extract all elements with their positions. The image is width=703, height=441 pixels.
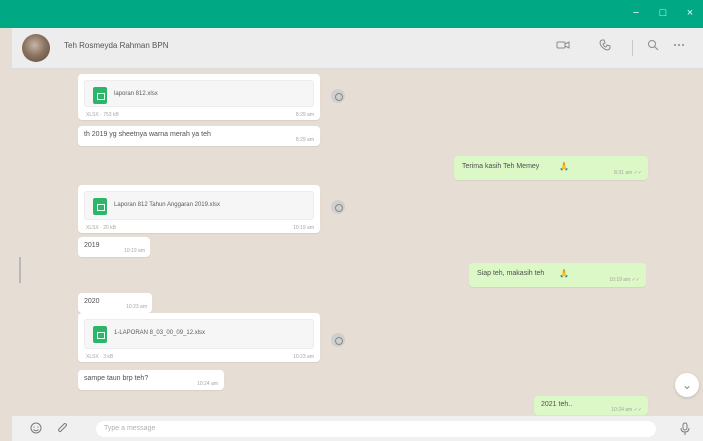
chat-header: Teh Rosmeyda Rahman BPN — [12, 28, 703, 69]
message-text: Terima kasih Teh Memey — [462, 163, 540, 170]
message-file-2[interactable]: Laporan 812 Tahun Anggaran 2019.xlsx XLS… — [78, 185, 320, 233]
message-text: Siap teh, makasih teh — [477, 270, 545, 277]
message-time: 8:31 am ✓✓ — [614, 170, 642, 176]
file-name: 1-LAPORAN 8_03_00_09_12.xlsx — [114, 330, 206, 336]
attach-icon[interactable] — [54, 422, 69, 437]
more-options-icon[interactable] — [670, 39, 688, 57]
file-info: XLSX · 753 kB — [86, 112, 119, 118]
message-placeholder: Type a message — [104, 425, 156, 432]
close-button[interactable]: × — [682, 6, 698, 20]
file-info: XLSX · 3 kB — [86, 354, 114, 360]
message-text-4: sampe taun brp teh? 10:24 am — [78, 370, 224, 390]
search-icon[interactable] — [644, 39, 662, 57]
message-text: 2019 — [84, 242, 100, 249]
video-call-icon[interactable] — [554, 39, 572, 57]
message-file-3[interactable]: 1-LAPORAN 8_03_00_09_12.xlsx XLSX · 3 kB… — [78, 313, 320, 362]
message-time: 10:19 am — [124, 248, 145, 254]
message-file-1[interactable]: laporan 812.xlsx XLSX · 753 kB 8:29 am — [78, 74, 320, 120]
message-time: 10:23 am — [126, 304, 147, 310]
download-icon[interactable] — [331, 200, 345, 214]
praying-hands-icon: 🙏 — [559, 269, 569, 278]
contact-name[interactable]: Teh Rosmeyda Rahman BPN — [64, 41, 169, 50]
emoji-icon[interactable] — [28, 422, 43, 437]
message-text: 2021 teh.. — [541, 401, 573, 408]
excel-file-icon — [93, 326, 107, 343]
message-text: sampe taun brp teh? — [84, 375, 149, 382]
message-text-3: 2020 10:23 am — [78, 293, 152, 313]
message-composer: Type a message — [12, 415, 703, 441]
message-out-2: Siap teh, makasih teh 🙏 10:19 am ✓✓ — [469, 263, 646, 287]
file-name: Laporan 812 Tahun Anggaran 2019.xlsx — [114, 202, 220, 208]
file-card[interactable]: 1-LAPORAN 8_03_00_09_12.xlsx — [84, 319, 314, 349]
message-text: th 2019 yg sheetnya warna merah ya teh — [84, 131, 211, 138]
download-icon[interactable] — [331, 89, 345, 103]
file-info: XLSX · 20 kB — [86, 225, 117, 231]
file-name: laporan 812.xlsx — [114, 91, 158, 97]
avatar[interactable] — [22, 34, 50, 62]
mic-icon[interactable] — [677, 422, 692, 437]
message-time: 10:19 am — [293, 225, 314, 231]
message-time: 10:24 am ✓✓ — [611, 407, 642, 413]
message-text-1: th 2019 yg sheetnya warna merah ya teh 8… — [78, 126, 320, 146]
message-time: 10:23 am — [293, 354, 314, 360]
message-out-1: Terima kasih Teh Memey 🙏 8:31 am ✓✓ — [454, 156, 648, 180]
excel-file-icon — [93, 87, 107, 104]
message-out-3: 2021 teh.. 10:24 am ✓✓ — [534, 396, 648, 415]
scroll-down-button[interactable]: ⌄ — [675, 373, 699, 397]
message-time: 8:29 am — [295, 137, 314, 143]
voice-call-icon[interactable] — [596, 39, 614, 57]
praying-hands-icon: 🙏 — [559, 162, 569, 171]
file-card[interactable]: Laporan 812 Tahun Anggaran 2019.xlsx — [84, 191, 314, 220]
title-bar: − □ × — [0, 0, 703, 28]
excel-file-icon — [93, 198, 107, 215]
chevron-down-icon: ⌄ — [681, 378, 693, 392]
maximize-button[interactable]: □ — [655, 6, 671, 20]
message-text-2: 2019 10:19 am — [78, 237, 150, 257]
chat-area[interactable]: laporan 812.xlsx XLSX · 753 kB 8:29 am t… — [12, 70, 703, 415]
scroll-handle[interactable] — [19, 257, 21, 283]
message-time: 8:29 am — [295, 112, 314, 118]
header-divider — [632, 40, 633, 56]
message-input[interactable]: Type a message — [96, 421, 656, 437]
file-card[interactable]: laporan 812.xlsx — [84, 80, 314, 107]
download-icon[interactable] — [331, 333, 345, 347]
minimize-button[interactable]: − — [628, 6, 644, 20]
message-time: 10:24 am — [197, 381, 218, 387]
message-text: 2020 — [84, 298, 100, 305]
message-time: 10:19 am ✓✓ — [609, 277, 640, 283]
